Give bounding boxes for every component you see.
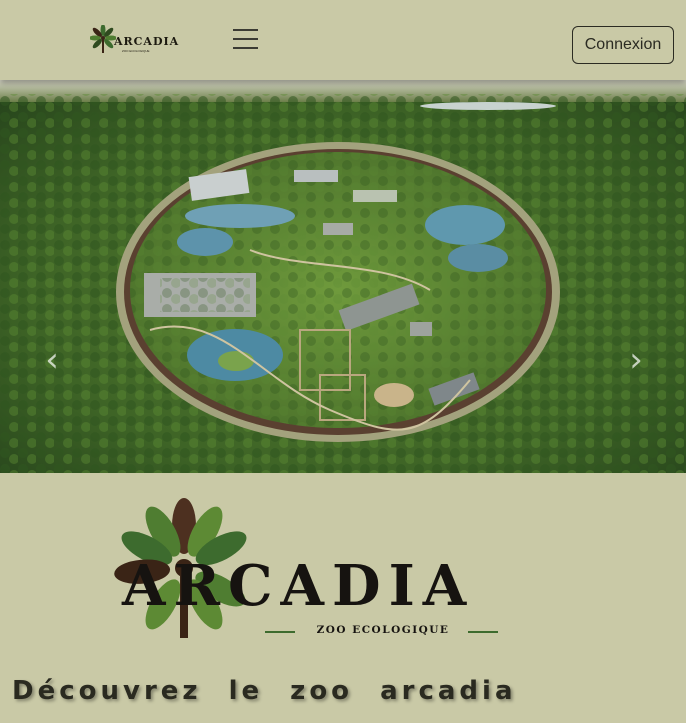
page-heading: Découvrez le zoo arcadia — [12, 676, 517, 706]
navbar: ARCADIA ZOO ECOLOGIQUE Connexion — [0, 0, 686, 80]
login-button[interactable]: Connexion — [572, 26, 674, 64]
nav-logo-subtitle: ZOO ECOLOGIQUE — [122, 49, 150, 53]
hero-logo-subtitle: ZOO ECOLOGIQUE — [316, 624, 450, 636]
tree-logo-icon — [90, 25, 116, 53]
hamburger-menu-icon[interactable] — [233, 29, 259, 51]
nav-logo-text: ARCADIA — [114, 35, 180, 48]
divider — [468, 631, 498, 633]
carousel-prev-icon[interactable]: ‹ — [40, 340, 64, 380]
aerial-zoo-image — [0, 80, 686, 473]
hero-logo-title: ARCADIA — [122, 553, 475, 619]
carousel-next-icon[interactable]: › — [624, 340, 648, 380]
nav-logo[interactable]: ARCADIA ZOO ECOLOGIQUE — [90, 25, 182, 57]
hero-carousel: ‹ › — [0, 80, 686, 473]
